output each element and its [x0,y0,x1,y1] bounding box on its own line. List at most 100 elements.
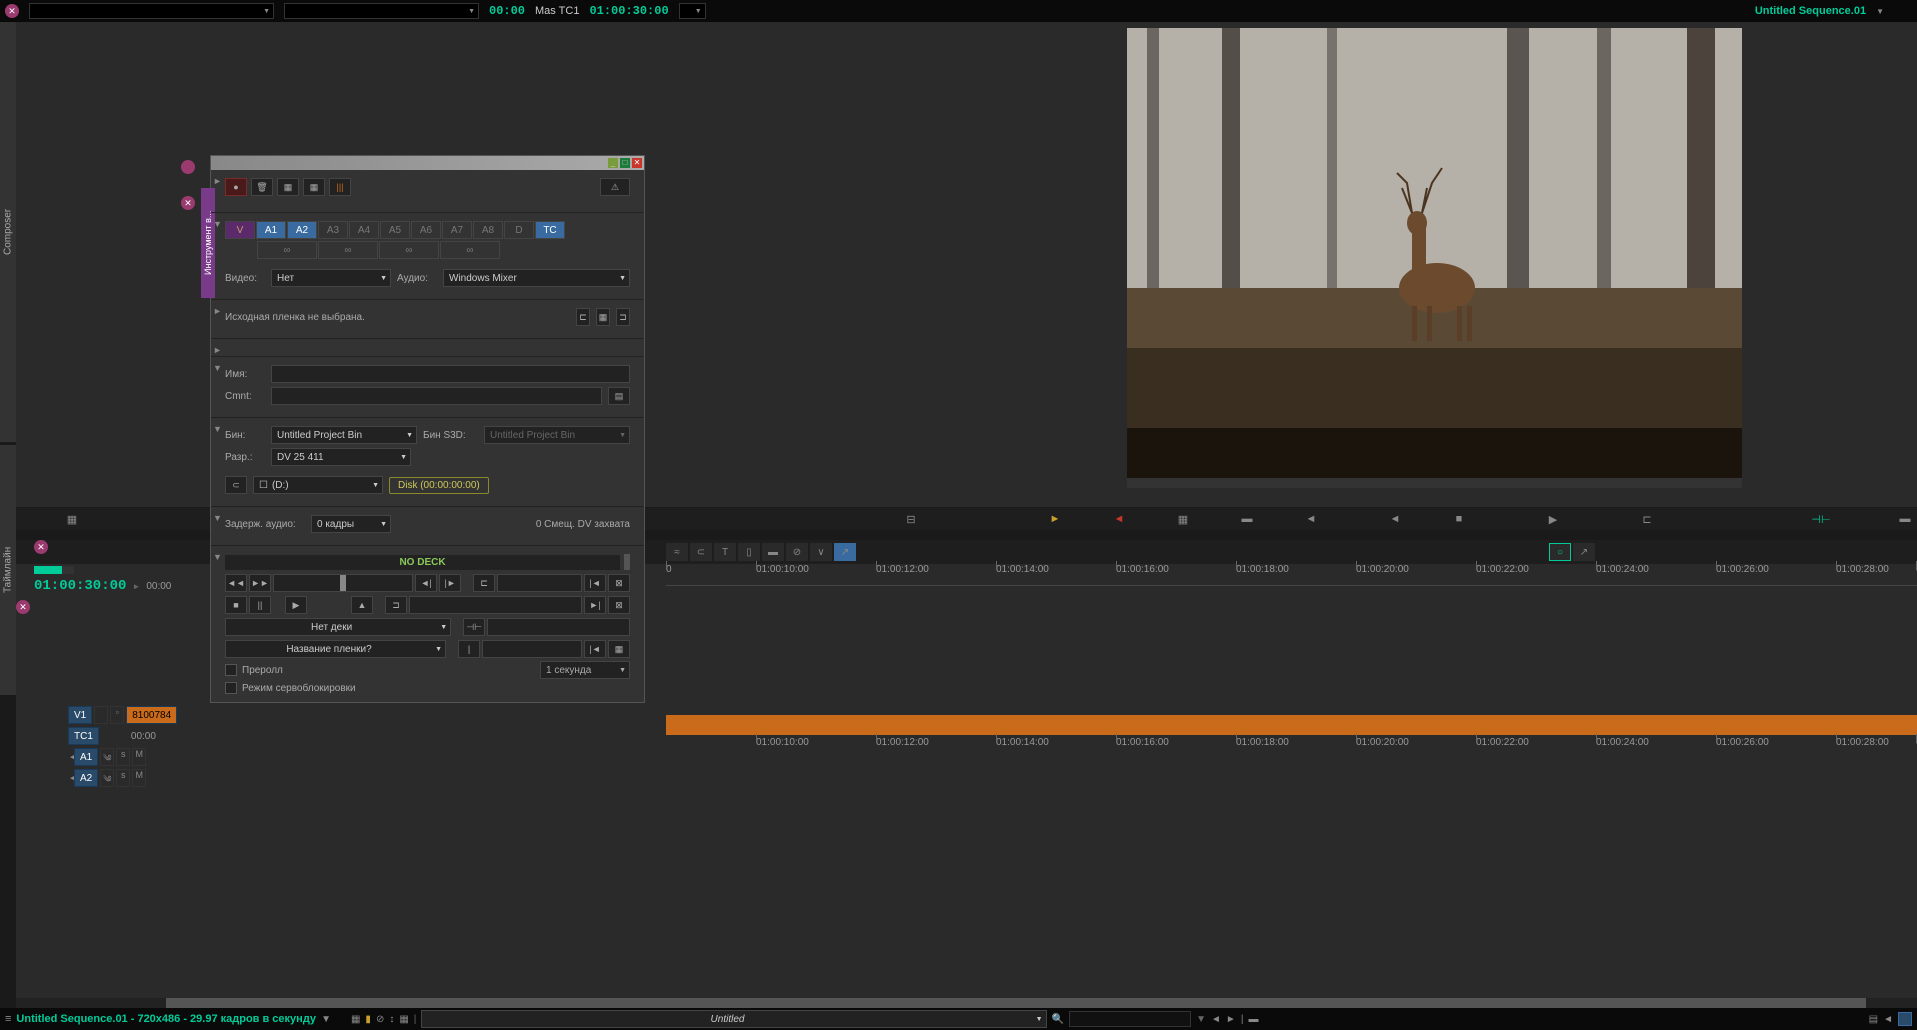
timeline-tc[interactable]: 01:00:30:00 [34,578,126,594]
channel-a4[interactable]: A4 [349,221,379,239]
bottom-icon-3[interactable]: ⊘ [376,1014,384,1025]
drive-toggle[interactable]: ⊂ [225,476,247,494]
track-a1[interactable]: A1 [74,748,98,766]
tape-btn-1[interactable]: ⊏ [576,308,590,326]
mark-clip-icon[interactable]: ⊏ [1635,510,1659,528]
section-toggle-6[interactable]: ▼ [213,424,222,434]
stop-deck-icon[interactable]: ■ [225,596,247,614]
goto-in-icon[interactable]: |◄ [584,574,606,592]
channel-d[interactable]: D [504,221,534,239]
panel-close-outer-icon-2[interactable]: ✕ [181,196,195,210]
tool-5[interactable]: ▬ [762,543,784,561]
track-a2[interactable]: A2 [74,769,98,787]
layout-3-icon[interactable] [1898,1012,1912,1026]
ffwd-icon[interactable]: ►► [249,574,271,592]
nav-box-icon[interactable]: ▬ [1248,1014,1258,1025]
timeline-close-icon[interactable]: ✕ [34,540,48,554]
master-tc-dropdown[interactable] [679,3,706,19]
section-toggle-5[interactable]: ▼ [213,363,222,373]
section-toggle-4[interactable]: ► [213,345,222,355]
cmnt-input[interactable] [271,387,602,405]
timeline-tab-label[interactable]: Таймлайн [0,445,16,695]
nav-line-icon[interactable]: | [1241,1014,1244,1025]
maximize-icon[interactable]: □ [620,158,630,168]
clear-in-icon[interactable]: ⊠ [608,574,630,592]
preroll-checkbox[interactable] [225,664,237,676]
bin-dropdown[interactable]: Untitled Project Bin [271,426,417,444]
bins3d-dropdown[interactable]: Untitled Project Bin [484,426,630,444]
close-icon[interactable]: ✕ [5,4,19,18]
stop-icon[interactable]: ■ [1447,510,1471,528]
preroll-dropdown[interactable]: 1 секунда [540,661,630,679]
bottom-icon-2[interactable]: ▮ [365,1014,371,1025]
bottom-icon-4[interactable]: ↕ [389,1014,394,1025]
section-toggle-2[interactable]: ▼ [213,219,222,229]
pair-12[interactable]: ∞ [257,241,317,259]
channel-a1[interactable]: A1 [256,221,286,239]
mark-out-deck-icon[interactable]: ⊐ [385,596,407,614]
capture-mode-2[interactable]: ▦ [303,178,325,196]
segment-tool[interactable]: ≈ [666,543,688,561]
layout-2-icon[interactable]: ◄ [1883,1014,1893,1025]
overwrite-icon[interactable]: ▦ [1171,510,1195,528]
tape-x-icon[interactable]: | [458,640,480,658]
track-a1-s[interactable]: s [116,748,130,766]
shuttle-slider[interactable] [273,574,413,592]
servo-checkbox[interactable] [225,682,237,694]
channel-tc[interactable]: TC [535,221,565,239]
goto-out-icon[interactable]: ►| [584,596,606,614]
rewind-icon[interactable]: ◄◄ [225,574,247,592]
capture-mode-3[interactable]: ||| [329,178,351,196]
extract-icon[interactable]: ▬ [1235,510,1259,528]
channel-a6[interactable]: A6 [411,221,441,239]
project-dropdown[interactable]: Untitled [421,1010,1046,1028]
search-input[interactable] [1069,1011,1191,1027]
minimize-icon[interactable]: _ [608,158,618,168]
step-fwd-deck-icon[interactable]: |► [439,574,461,592]
capture-mode-1[interactable]: ▦ [277,178,299,196]
channel-a2[interactable]: A2 [287,221,317,239]
cmnt-expand[interactable]: ▤ [608,387,630,405]
composer-tab-label[interactable]: Composer [0,22,16,442]
tape-dropdown[interactable]: Название пленки? [225,640,446,658]
eject-icon[interactable]: ▲ [351,596,373,614]
nav-back-icon[interactable]: ◄ [1211,1014,1221,1025]
pair-34[interactable]: ∞ [318,241,378,259]
timeline-close-icon-2[interactable]: ✕ [16,600,30,614]
name-input[interactable] [271,365,630,383]
step-back-deck-icon[interactable]: ◄| [415,574,437,592]
section-toggle-7[interactable]: ▼ [213,513,222,523]
record-monitor[interactable] [1127,28,1742,488]
track-a1-m[interactable]: M [132,748,146,766]
timeline-ruler-top[interactable]: 0 01:00:10:00 01:00:12:00 01:00:14:00 01… [666,564,1917,586]
tape-btn-3[interactable]: ⊐ [616,308,630,326]
channel-a3[interactable]: A3 [318,221,348,239]
tool-4[interactable]: ▯ [738,543,760,561]
split-icon[interactable]: ⊟ [899,510,923,528]
tape-clear-icon[interactable]: ▦ [608,640,630,658]
track-a2-wave[interactable]: ༄ [100,769,114,787]
window-close-icon[interactable]: ✕ [632,158,642,168]
tool-8-active[interactable]: ↗ [834,543,856,561]
track-a1-wave[interactable]: ༄ [100,748,114,766]
tool-7[interactable]: ∨ [810,543,832,561]
section-toggle-3[interactable]: ► [213,306,222,316]
timeline-clip[interactable] [666,715,1917,735]
channel-a8[interactable]: A8 [473,221,503,239]
tape-btn-2[interactable]: ▦ [596,308,610,326]
drive-dropdown[interactable]: ☐(D:) [253,476,383,494]
timeline-scrollbar[interactable] [16,998,1917,1008]
track-a2-s[interactable]: s [116,769,130,787]
sync-lock-icon[interactable]: ○ [1549,543,1571,561]
pause-deck-icon[interactable]: || [249,596,271,614]
track-v1[interactable]: V1 [68,706,92,724]
channel-a7[interactable]: A7 [442,221,472,239]
layout-1-icon[interactable]: ▤ [1869,1014,1878,1025]
track-clip[interactable]: 8100784 [126,706,177,724]
nav-fwd-icon[interactable]: ► [1226,1014,1236,1025]
track-v1-sub1[interactable] [94,706,108,724]
record-dropdown[interactable] [284,3,479,19]
deck-dropdown[interactable]: Нет деки [225,618,451,636]
mark-out-icon[interactable]: ◄ [1107,510,1131,528]
link-tool[interactable]: ⊂ [690,543,712,561]
